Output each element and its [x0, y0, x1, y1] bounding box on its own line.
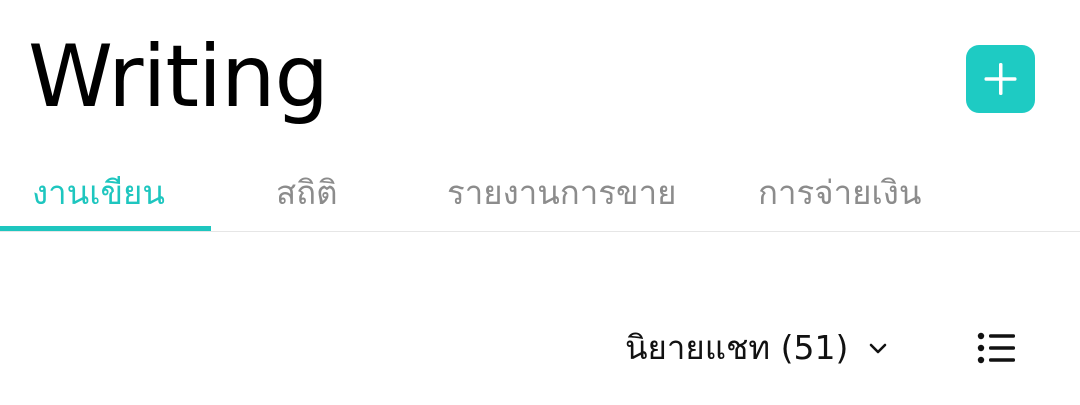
category-filter-dropdown[interactable]: นิยายแชท (51): [625, 323, 888, 373]
tab-sales-report[interactable]: รายงานการขาย: [447, 168, 676, 218]
add-button[interactable]: [966, 45, 1035, 113]
list-view-button[interactable]: [974, 329, 1018, 367]
tab-writing[interactable]: งานเขียน: [32, 168, 165, 218]
list-view-icon: [977, 332, 1015, 364]
writing-page: Writing งานเขียน สถิติ รายงานการขาย การจ…: [0, 0, 1080, 405]
chevron-down-icon: [870, 343, 887, 354]
plus-icon: [984, 63, 1017, 95]
page-title: Writing: [28, 27, 329, 127]
tab-bar: งานเขียน สถิติ รายงานการขาย การจ่ายเงิน: [0, 150, 1080, 232]
category-filter-label: นิยายแชท (51): [625, 328, 849, 367]
tab-statistics[interactable]: สถิติ: [276, 168, 338, 218]
tabs-divider: [0, 231, 1080, 232]
tab-payments[interactable]: การจ่ายเงิน: [758, 168, 921, 218]
